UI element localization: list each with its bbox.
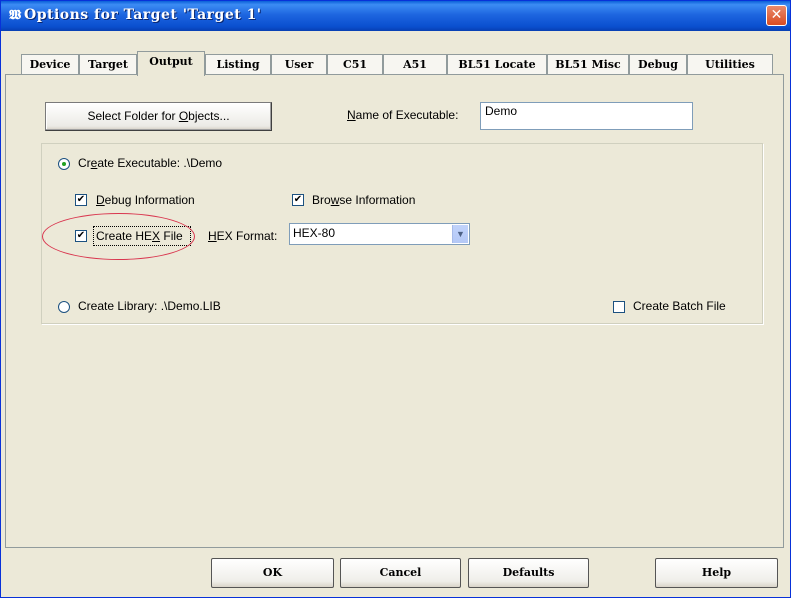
button-label: Help (701, 566, 732, 579)
tab-device[interactable]: Device (21, 54, 79, 74)
label-mnemonic: N (347, 108, 356, 122)
checkmark-icon: ✔ (293, 194, 303, 205)
button-text: bjects... (188, 109, 230, 123)
tab-label: C51 (342, 58, 368, 71)
tab-label: BL51 Misc (555, 58, 621, 71)
label-text: ate Executable: .\Demo (97, 156, 223, 170)
title-bar[interactable]: 𝖂 Options for Target 'Target 1' ✕ (1, 1, 790, 31)
label-text: ebug Information (104, 193, 195, 207)
tab-c51[interactable]: C51 (327, 54, 383, 74)
tab-label: Utilities (705, 58, 755, 71)
options-dialog: 𝖂 Options for Target 'Target 1' ✕ Device… (0, 0, 791, 598)
tab-label: BL51 Locate (458, 58, 536, 71)
tab-listing[interactable]: Listing (205, 54, 271, 74)
tab-a51[interactable]: A51 (383, 54, 447, 74)
defaults-button[interactable]: Defaults (468, 558, 589, 588)
ok-button[interactable]: OK (211, 558, 334, 588)
label-text: Bro (312, 193, 331, 207)
label-mnemonic: H (208, 229, 217, 243)
select-folder-button[interactable]: Select Folder for Objects... (45, 102, 272, 131)
executable-name-value: Demo (485, 104, 518, 118)
tab-debug[interactable]: Debug (629, 54, 687, 74)
create-executable-radio[interactable] (58, 158, 70, 170)
create-executable-label: Create Executable: .\Demo (78, 156, 222, 170)
browse-information-label: Browse Information (312, 193, 415, 207)
tab-target[interactable]: Target (79, 54, 137, 74)
tab-label: A51 (403, 58, 427, 71)
button-text: Select Folder for (87, 109, 179, 123)
hex-format-value: HEX-80 (293, 226, 336, 240)
tab-label: Debug (638, 58, 678, 71)
tab-bl51-misc[interactable]: BL51 Misc (547, 54, 629, 74)
button-label: Cancel (379, 566, 422, 579)
close-icon: ✕ (770, 7, 783, 23)
keil-app-icon: 𝖂 (9, 8, 21, 23)
label-mnemonic: D (96, 193, 105, 207)
annotation-ellipse (42, 213, 195, 260)
hex-format-label: HEX Format: (208, 229, 277, 243)
create-batch-file-checkbox[interactable] (613, 301, 625, 313)
hex-format-select[interactable]: HEX-80 ▼ (289, 223, 470, 245)
radio-selected-dot (62, 162, 66, 166)
create-library-label: Create Library: .\Demo.LIB (78, 299, 221, 313)
dropdown-arrow-icon[interactable]: ▼ (452, 225, 468, 243)
label-text: Cr (78, 156, 91, 170)
tab-bl51-locate[interactable]: BL51 Locate (447, 54, 547, 74)
create-batch-file-label: Create Batch File (633, 299, 726, 313)
button-label: Defaults (502, 566, 555, 579)
label-text: EX Format: (216, 229, 278, 243)
tab-label: Target (88, 58, 128, 71)
browse-information-checkbox[interactable]: ✔ (292, 194, 304, 206)
label-text: se Information (339, 193, 416, 207)
name-of-executable-label: Name of Executable: (347, 108, 458, 122)
tab-utilities[interactable]: Utilities (687, 54, 773, 74)
create-library-radio[interactable] (58, 301, 70, 313)
tab-user[interactable]: User (271, 54, 327, 74)
button-label: OK (262, 566, 283, 579)
label-text: ame of Executable: (355, 108, 459, 122)
debug-information-checkbox[interactable]: ✔ (75, 194, 87, 206)
help-button[interactable]: Help (655, 558, 778, 588)
tab-output[interactable]: Output (137, 51, 205, 76)
tab-label: Listing (216, 58, 260, 71)
checkmark-icon: ✔ (76, 194, 86, 205)
button-mnemonic: O (178, 109, 189, 123)
tab-strip: Device Target Output Listing User C51 A5… (1, 51, 790, 76)
debug-information-label: Debug Information (96, 193, 195, 207)
cancel-button[interactable]: Cancel (340, 558, 461, 588)
tab-label: Output (149, 55, 193, 68)
window-title: Options for Target 'Target 1' (24, 7, 262, 23)
executable-name-input[interactable]: Demo (480, 102, 693, 130)
tab-label: Device (29, 58, 71, 71)
close-button[interactable]: ✕ (766, 5, 787, 26)
tab-label: User (284, 58, 314, 71)
